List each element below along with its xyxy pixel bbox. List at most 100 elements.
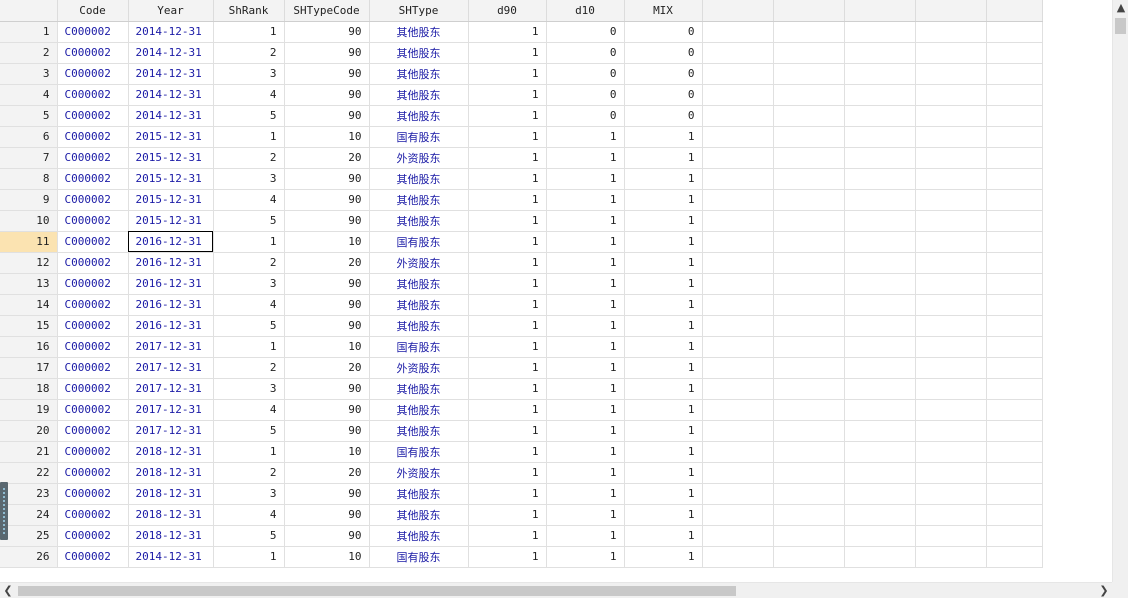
cell-mix[interactable]: 1	[624, 357, 703, 379]
cell-d90[interactable]: 1	[468, 357, 547, 379]
cell-year[interactable]: 2016-12-31	[128, 273, 214, 295]
cell-code[interactable]: C000002	[57, 189, 129, 211]
cell-empty[interactable]	[915, 252, 987, 274]
cell-shtypecode[interactable]: 10	[284, 126, 370, 148]
cell-empty[interactable]	[844, 336, 916, 358]
cell-shtype[interactable]: 其他股东	[369, 189, 469, 211]
cell-empty[interactable]	[773, 378, 845, 400]
cell-year[interactable]: 2015-12-31	[128, 126, 214, 148]
cell-d10[interactable]: 1	[546, 357, 625, 379]
cell-d10[interactable]: 1	[546, 126, 625, 148]
row-number[interactable]: 4	[0, 84, 58, 106]
cell-year[interactable]: 2016-12-31	[128, 252, 214, 274]
cell-empty[interactable]	[773, 252, 845, 274]
cell-empty[interactable]	[986, 168, 1043, 190]
cell-empty[interactable]	[915, 504, 987, 526]
cell-empty[interactable]	[773, 462, 845, 484]
cell-empty[interactable]	[702, 42, 774, 64]
row-number[interactable]: 26	[0, 546, 58, 568]
cell-year[interactable]: 2014-12-31	[128, 42, 214, 64]
cell-d90[interactable]: 1	[468, 399, 547, 421]
cell-empty[interactable]	[702, 84, 774, 106]
cell-year[interactable]: 2018-12-31	[128, 483, 214, 505]
cell-code[interactable]: C000002	[57, 525, 129, 547]
cell-empty[interactable]	[915, 441, 987, 463]
cell-d90[interactable]: 1	[468, 483, 547, 505]
cell-empty[interactable]	[773, 189, 845, 211]
cell-d10[interactable]: 0	[546, 84, 625, 106]
vertical-scrollbar[interactable]: ▲	[1112, 0, 1128, 582]
cell-d10[interactable]: 1	[546, 504, 625, 526]
cell-empty[interactable]	[773, 336, 845, 358]
cell-d90[interactable]: 1	[468, 546, 547, 568]
cell-empty[interactable]	[986, 462, 1043, 484]
cell-year[interactable]: 2017-12-31	[128, 336, 214, 358]
cell-empty[interactable]	[915, 126, 987, 148]
cell-empty[interactable]	[702, 315, 774, 337]
row-number[interactable]: 25	[0, 525, 58, 547]
cell-shtypecode[interactable]: 20	[284, 252, 370, 274]
cell-empty[interactable]	[915, 399, 987, 421]
corner-cell[interactable]	[0, 0, 58, 22]
cell-empty[interactable]	[773, 105, 845, 127]
cell-empty[interactable]	[702, 483, 774, 505]
cell-d10[interactable]: 1	[546, 294, 625, 316]
cell-year[interactable]: 2014-12-31	[128, 105, 214, 127]
cell-shtypecode[interactable]: 90	[284, 168, 370, 190]
row-number[interactable]: 5	[0, 105, 58, 127]
cell-year[interactable]: 2015-12-31	[128, 168, 214, 190]
cell-code[interactable]: C000002	[57, 294, 129, 316]
cell-mix[interactable]: 1	[624, 315, 703, 337]
cell-year[interactable]: 2015-12-31	[128, 147, 214, 169]
cell-d10[interactable]: 1	[546, 546, 625, 568]
cell-empty[interactable]	[986, 210, 1043, 232]
cell-code[interactable]: C000002	[57, 336, 129, 358]
column-header-empty[interactable]	[702, 0, 774, 22]
horizontal-scroll-thumb[interactable]	[18, 586, 736, 596]
cell-d90[interactable]: 1	[468, 126, 547, 148]
cell-empty[interactable]	[702, 189, 774, 211]
cell-d90[interactable]: 1	[468, 210, 547, 232]
cell-empty[interactable]	[986, 231, 1043, 253]
cell-empty[interactable]	[702, 420, 774, 442]
cell-empty[interactable]	[702, 546, 774, 568]
cell-empty[interactable]	[915, 378, 987, 400]
cell-shtype[interactable]: 其他股东	[369, 399, 469, 421]
cell-shtype[interactable]: 国有股东	[369, 231, 469, 253]
row-number[interactable]: 24	[0, 504, 58, 526]
cell-shtypecode[interactable]: 20	[284, 462, 370, 484]
cell-code[interactable]: C000002	[57, 21, 129, 43]
cell-shtype[interactable]: 其他股东	[369, 21, 469, 43]
cell-empty[interactable]	[844, 252, 916, 274]
cell-d90[interactable]: 1	[468, 504, 547, 526]
row-number[interactable]: 11	[0, 231, 58, 253]
cell-shtypecode[interactable]: 20	[284, 147, 370, 169]
cell-shrank[interactable]: 4	[213, 189, 285, 211]
cell-shtypecode[interactable]: 90	[284, 105, 370, 127]
cell-empty[interactable]	[915, 21, 987, 43]
cell-empty[interactable]	[844, 105, 916, 127]
row-number[interactable]: 1	[0, 21, 58, 43]
cell-shrank[interactable]: 1	[213, 441, 285, 463]
cell-empty[interactable]	[986, 483, 1043, 505]
cell-d90[interactable]: 1	[468, 168, 547, 190]
cell-shrank[interactable]: 1	[213, 231, 285, 253]
cell-empty[interactable]	[844, 378, 916, 400]
cell-empty[interactable]	[702, 126, 774, 148]
cell-d10[interactable]: 0	[546, 42, 625, 64]
cell-code[interactable]: C000002	[57, 63, 129, 85]
cell-shtypecode[interactable]: 90	[284, 504, 370, 526]
cell-d90[interactable]: 1	[468, 294, 547, 316]
cell-code[interactable]: C000002	[57, 84, 129, 106]
cell-mix[interactable]: 1	[624, 168, 703, 190]
row-number[interactable]: 20	[0, 420, 58, 442]
cell-empty[interactable]	[844, 168, 916, 190]
cell-shrank[interactable]: 3	[213, 378, 285, 400]
cell-empty[interactable]	[915, 105, 987, 127]
cell-shrank[interactable]: 5	[213, 105, 285, 127]
cell-year[interactable]: 2016-12-31	[128, 294, 214, 316]
cell-empty[interactable]	[844, 525, 916, 547]
cell-empty[interactable]	[986, 252, 1043, 274]
cell-shtypecode[interactable]: 10	[284, 441, 370, 463]
cell-year[interactable]: 2017-12-31	[128, 420, 214, 442]
